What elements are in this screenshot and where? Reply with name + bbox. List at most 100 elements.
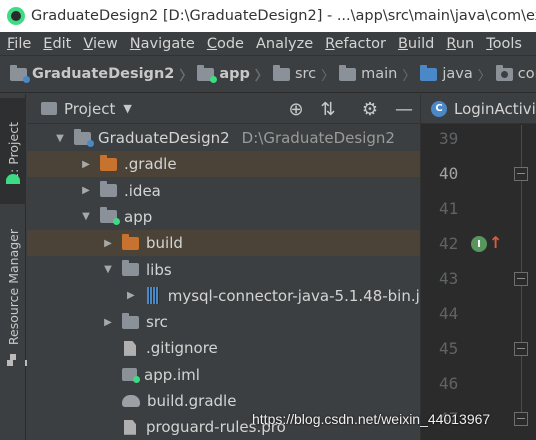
breadcrumb-label: main [361, 66, 398, 82]
tree-item-gitignore[interactable]: .gitignore [27, 335, 420, 361]
fold-guide-line [521, 356, 522, 412]
tree-item-label: .gradle [124, 155, 177, 174]
tree-item-label: libs [146, 260, 172, 279]
module-file-icon [122, 368, 140, 384]
package-icon [495, 64, 513, 81]
expand-arrow-right-icon[interactable]: ▶ [103, 238, 113, 249]
tree-item-src[interactable]: ▶ src [27, 309, 420, 335]
override-arrow-icon[interactable]: ↑ [489, 233, 502, 252]
tree-item-gradle[interactable]: ▶ .gradle [27, 151, 420, 178]
excluded-folder-icon [100, 154, 117, 171]
chevron-down-icon[interactable]: ▼ [123, 102, 131, 115]
breadcrumb-separator-icon: 〉 [254, 68, 268, 84]
watermark: https://blog.csdn.net/weixin_44013967 [252, 411, 491, 427]
resource-manager-tab-label: Resource Manager [5, 228, 21, 346]
jar-library-icon [146, 287, 159, 305]
tree-item-app-iml[interactable]: app.iml [27, 362, 420, 388]
menu-analyze[interactable]: Analyze [256, 36, 313, 52]
breadcrumb-item-src[interactable]: src 〉 [272, 64, 339, 84]
line-number: 45 [439, 339, 459, 358]
project-folder-icon [74, 128, 94, 147]
breadcrumb-item-java[interactable]: java 〉 [420, 64, 495, 84]
expand-arrow-right-icon[interactable]: ▶ [81, 159, 91, 170]
text-file-icon [124, 419, 136, 435]
tree-item-label: .idea [124, 181, 161, 200]
fold-marker-icon[interactable] [514, 342, 528, 356]
line-number: 44 [439, 304, 459, 323]
android-studio-app-icon [7, 7, 25, 25]
project-view-icon [41, 102, 57, 115]
breadcrumb-item-graduatedesign2[interactable]: GraduateDesign2 〉 [10, 64, 197, 84]
expand-arrow-down-icon[interactable]: ▼ [55, 133, 65, 144]
tree-item-label: app [124, 207, 153, 226]
fold-marker-icon[interactable] [514, 412, 528, 426]
project-folder-icon [10, 64, 30, 83]
tab-resource-manager[interactable]: Resource Manager [0, 226, 26, 348]
locate-target-icon[interactable]: ⊕ [285, 94, 307, 124]
menu-view[interactable]: View [83, 36, 117, 52]
tree-item-mysql-connector-java-5-1-48-bin-jar[interactable]: ▶ mysql-connector-java-5.1.48-bin.jar [27, 283, 420, 309]
menu-build[interactable]: Build [398, 36, 434, 52]
menu-refactor[interactable]: Refactor [325, 36, 386, 52]
tab-project-tool-window[interactable]: 1: Project [0, 98, 26, 204]
minimize-icon[interactable]: — [393, 94, 415, 124]
tree-item-build[interactable]: ▶ build [27, 230, 420, 257]
breadcrumb-item-app[interactable]: app 〉 [197, 64, 273, 84]
tree-item-label: GraduateDesign2 [98, 129, 230, 147]
menu-tools[interactable]: Tools [486, 36, 522, 52]
tree-item-libs[interactable]: ▼ libs [27, 257, 420, 283]
folder-icon [122, 312, 139, 329]
tree-item-label: build [146, 234, 183, 253]
line-number: 40 [439, 164, 459, 183]
tree-item-app[interactable]: ▼ app [27, 204, 420, 230]
menu-file[interactable]: File [7, 36, 31, 52]
folder-icon [100, 181, 117, 198]
expand-arrow-right-icon[interactable]: ▶ [127, 290, 135, 301]
folder-icon [339, 64, 357, 81]
expand-arrow-down-icon[interactable]: ▼ [103, 264, 113, 275]
menu-bar: File Edit View Navigate Code Analyze Refactor B… [0, 32, 536, 55]
project-panel: Project ▼ ⊕ ⇅ ⚙ — ▼ GraduateDesign2 D:\Gra… [27, 94, 420, 440]
expand-arrow-right-icon[interactable]: ▶ [81, 185, 91, 196]
breadcrumb-separator-icon: 〉 [477, 68, 491, 84]
fold-marker-icon[interactable] [514, 167, 528, 181]
line-number: 41 [439, 199, 459, 218]
expand-arrow-down-icon[interactable]: ▼ [81, 211, 91, 222]
window-title: GraduateDesign2 [D:\GraduateDesign2] - .… [31, 8, 536, 24]
class-icon: C [431, 100, 447, 117]
menu-edit[interactable]: Edit [43, 36, 71, 52]
breadcrumb-item-main[interactable]: main 〉 [339, 64, 420, 84]
gear-icon[interactable]: ⚙ [359, 94, 381, 124]
left-tool-strip: 1: Project Resource Manager [0, 94, 31, 440]
gradle-icon [122, 395, 140, 407]
implements-gutter-icon[interactable]: I [471, 236, 487, 252]
breadcrumb-label: com [517, 66, 536, 82]
tree-item-idea[interactable]: ▶ .idea [27, 178, 420, 204]
tree-item-label: mysql-connector-java-5.1.48-bin.jar [167, 286, 420, 305]
window-title-bar: GraduateDesign2 [D:\GraduateDesign2] - .… [0, 0, 536, 32]
editor-area: C LoginActivi 39 40 41 42 I ↑ 43 44 45 46 47 [420, 94, 536, 440]
module-folder-icon [100, 207, 120, 226]
line-number: 43 [439, 269, 459, 288]
menu-navigate[interactable]: Navigate [130, 36, 195, 52]
line-number: 39 [439, 129, 459, 148]
breadcrumb-item-com[interactable]: com〉 [495, 64, 536, 84]
fold-guide-line [521, 286, 522, 342]
text-file-icon [124, 340, 136, 356]
fold-marker-icon[interactable] [514, 272, 528, 286]
tree-item-label: .gitignore [146, 339, 218, 358]
tree-item-label: src [146, 313, 168, 332]
breadcrumb-label: GraduateDesign2 [32, 66, 175, 82]
tree-item-graduatedesign2[interactable]: ▼ GraduateDesign2 D:\GraduateDesign2 [27, 125, 420, 151]
editor-tab-login-activity[interactable]: C LoginActivi [421, 94, 536, 124]
menu-run[interactable]: Run [446, 36, 474, 52]
breadcrumb-separator-icon: 〉 [179, 68, 193, 84]
collapse-all-icon[interactable]: ⇅ [317, 94, 339, 124]
line-number: 42 [439, 234, 459, 253]
project-view-selector[interactable]: Project [64, 100, 115, 118]
expand-arrow-right-icon[interactable]: ▶ [103, 317, 113, 328]
folder-icon [272, 64, 290, 81]
editor-gutter: 39 40 41 42 I ↑ 43 44 45 46 47 [421, 125, 536, 440]
menu-code[interactable]: Code [207, 36, 244, 52]
breadcrumb-separator-icon: 〉 [402, 68, 416, 84]
